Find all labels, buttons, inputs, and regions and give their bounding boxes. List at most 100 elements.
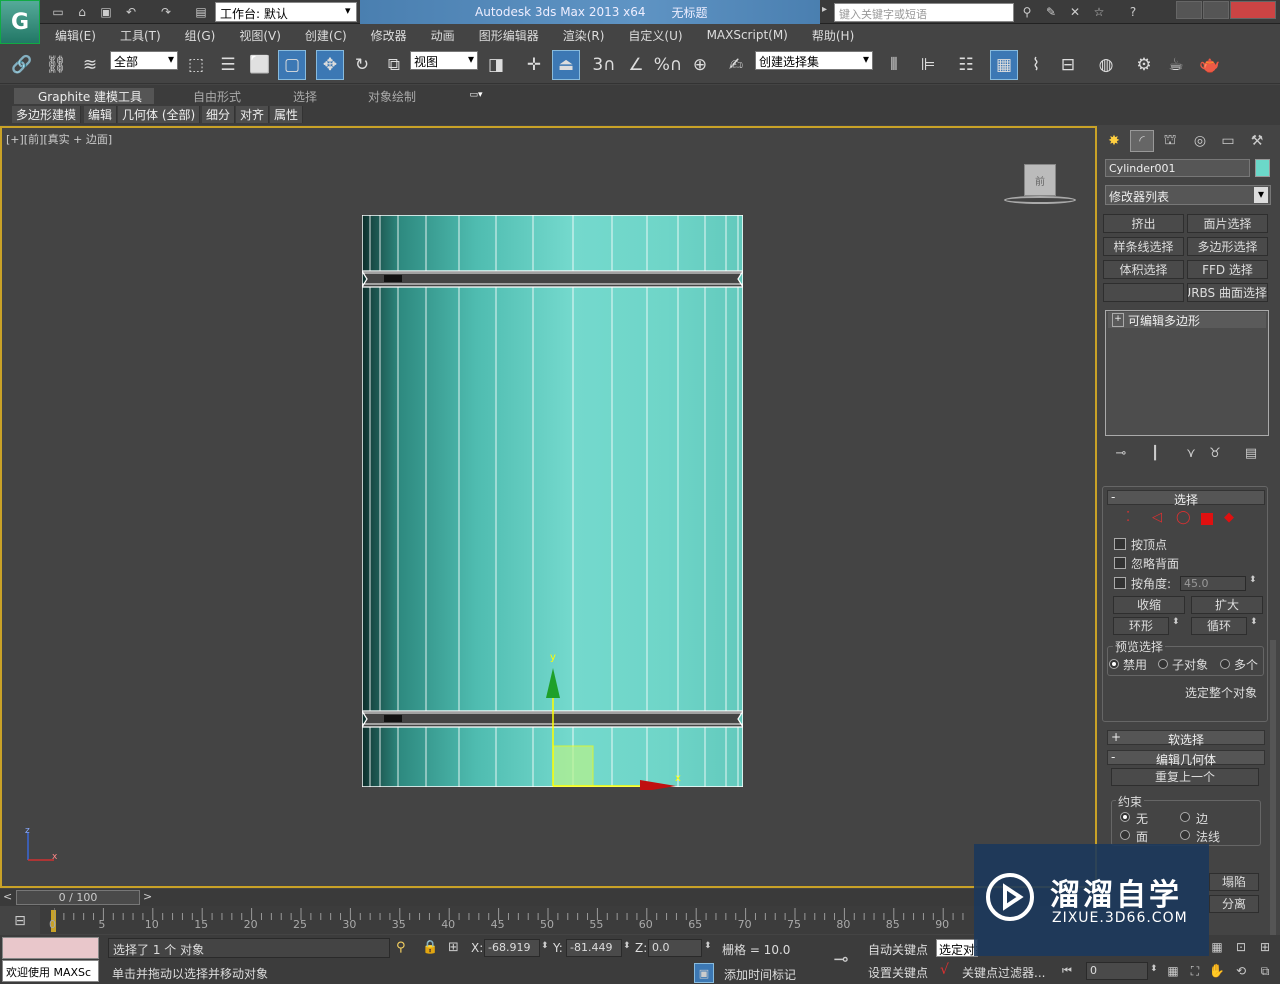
time-slider-thumb[interactable]: 0 / 100 bbox=[16, 890, 140, 905]
make-unique-icon[interactable]: ⋎ bbox=[1182, 444, 1200, 462]
grow-button[interactable]: 扩大 bbox=[1191, 596, 1263, 614]
z-coord-field[interactable]: 0.0 bbox=[648, 939, 702, 957]
named-selection-dropdown[interactable]: 创建选择集 bbox=[755, 51, 873, 70]
y-spinner-icon[interactable]: ⬍ bbox=[623, 941, 631, 951]
close-button[interactable] bbox=[1230, 1, 1276, 19]
select-object-icon[interactable]: ⬚ bbox=[182, 50, 210, 80]
track-bar-toggle-icon[interactable]: ⊟ bbox=[6, 910, 34, 932]
constraint-normal-radio[interactable] bbox=[1180, 830, 1190, 840]
set-key-button[interactable]: 设置关键点 bbox=[868, 964, 928, 981]
tab-graphite-modeling[interactable]: Graphite 建模工具 bbox=[14, 88, 154, 104]
menu-animation[interactable]: 动画 bbox=[431, 27, 455, 44]
modifier-list-dropdown[interactable]: 修改器列表 bbox=[1105, 185, 1271, 205]
time-slider-track[interactable] bbox=[0, 889, 1097, 906]
modify-tab-icon[interactable]: ◜ bbox=[1130, 130, 1154, 152]
key-filters-button[interactable]: 关键点过滤器... bbox=[962, 964, 1045, 981]
viewcube-icon[interactable]: 前 bbox=[1024, 164, 1056, 196]
utilities-tab-icon[interactable]: ⚒ bbox=[1245, 130, 1269, 152]
time-prev-icon[interactable]: < bbox=[3, 890, 12, 903]
object-color-swatch[interactable] bbox=[1255, 159, 1270, 177]
angle-spinner-icon[interactable]: ⬍ bbox=[1249, 575, 1257, 585]
favorites-icon[interactable]: ☆ bbox=[1088, 2, 1110, 22]
percent-snap-icon[interactable]: % ∩ bbox=[654, 50, 683, 80]
subscription-icon[interactable]: ✎ bbox=[1040, 2, 1062, 22]
subtab-align[interactable]: 对齐 bbox=[236, 106, 270, 123]
time-config-icon[interactable]: ▦ bbox=[1164, 962, 1182, 980]
border-mode-icon[interactable]: ◯ bbox=[1176, 510, 1191, 525]
auto-key-button[interactable]: 自动关键点 bbox=[868, 941, 928, 958]
frame-spinner-icon[interactable]: ⬍ bbox=[1150, 964, 1158, 974]
app-logo-button[interactable]: G bbox=[0, 0, 40, 44]
bind-space-warp-icon[interactable]: ≋ bbox=[76, 50, 104, 80]
graphite-toggle-icon[interactable]: ▦ bbox=[990, 50, 1018, 80]
tab-freeform[interactable]: 自由形式 bbox=[193, 88, 241, 104]
detach-button[interactable]: 分离 bbox=[1209, 895, 1259, 913]
menu-rendering[interactable]: 渲染(R) bbox=[563, 27, 605, 44]
display-tab-icon[interactable]: ▭ bbox=[1216, 130, 1240, 152]
selection-rollout-header[interactable]: - 选择 bbox=[1107, 490, 1265, 507]
maximize-button[interactable] bbox=[1203, 1, 1229, 19]
poly-select-button[interactable]: 多边形选择 bbox=[1187, 237, 1268, 256]
set-key-icon[interactable]: ⊸ bbox=[826, 946, 856, 972]
ring-spinner-icon[interactable]: ⬍ bbox=[1172, 617, 1180, 627]
search-expand-icon[interactable]: ▸ bbox=[822, 4, 827, 15]
volume-select-button[interactable]: 体积选择 bbox=[1103, 260, 1184, 279]
pivot-center-icon[interactable]: ◨ bbox=[482, 50, 510, 80]
link-icon[interactable]: 🔗 bbox=[8, 50, 36, 80]
zoom-extents-selected-icon[interactable]: ⊡ bbox=[1232, 938, 1250, 956]
remove-modifier-icon[interactable]: ♉ bbox=[1206, 444, 1224, 462]
subtab-edit[interactable]: 编辑 bbox=[84, 106, 118, 123]
ring-button[interactable]: 环形 bbox=[1113, 617, 1169, 635]
constraint-face-radio[interactable] bbox=[1120, 830, 1130, 840]
menu-modifiers[interactable]: 修改器 bbox=[371, 27, 407, 44]
extrude-button[interactable]: 挤出 bbox=[1103, 214, 1184, 233]
angle-snap-icon[interactable]: ∠ bbox=[622, 50, 650, 80]
create-tab-icon[interactable]: ✸ bbox=[1102, 130, 1126, 152]
workspace-dropdown-arrow-icon[interactable]: ▾ bbox=[345, 4, 351, 17]
by-angle-checkbox[interactable] bbox=[1114, 577, 1126, 589]
tab-object-paint[interactable]: 对象绘制 bbox=[368, 88, 416, 104]
menu-edit[interactable]: 编辑(E) bbox=[55, 27, 96, 44]
ribbon-options-icon[interactable]: ▭▾ bbox=[464, 89, 488, 101]
maximize-viewport-icon[interactable]: ⧉ bbox=[1256, 962, 1274, 980]
loop-spinner-icon[interactable]: ⬍ bbox=[1250, 617, 1258, 627]
select-and-rotate-icon[interactable]: ↻ bbox=[348, 50, 376, 80]
workspace-dropdown[interactable]: 工作台: 默认 bbox=[215, 2, 357, 22]
rect-selection-region-icon[interactable]: ⬜ bbox=[246, 50, 274, 80]
save-file-icon[interactable]: ▣ bbox=[95, 2, 117, 22]
soft-selection-rollout[interactable]: + 软选择 bbox=[1107, 730, 1265, 747]
select-manipulate-icon[interactable]: ✛ bbox=[520, 50, 548, 80]
viewport-label[interactable]: [+][前][真实 + 边面] bbox=[6, 131, 112, 147]
maxscript-listener[interactable] bbox=[2, 937, 99, 959]
menu-graph-editors[interactable]: 图形编辑器 bbox=[479, 27, 539, 44]
hierarchy-tab-icon[interactable]: ⛫ bbox=[1158, 130, 1182, 152]
align-icon[interactable]: ⊫ bbox=[914, 50, 942, 80]
menu-customize[interactable]: 自定义(U) bbox=[628, 27, 682, 44]
repeat-last-button[interactable]: 重复上一个 bbox=[1111, 768, 1259, 786]
go-to-start-icon[interactable]: ⏮ bbox=[1062, 964, 1072, 978]
empty-modifier-button[interactable] bbox=[1103, 283, 1184, 302]
redo-icon[interactable]: ↷ bbox=[155, 2, 177, 22]
edit-geometry-rollout[interactable]: - 编辑几何体 bbox=[1107, 750, 1265, 767]
curve-editor-icon[interactable]: ⌇ bbox=[1022, 50, 1050, 80]
x-spinner-icon[interactable]: ⬍ bbox=[541, 941, 549, 951]
loop-button[interactable]: 循环 bbox=[1191, 617, 1247, 635]
stack-item-editable-poly[interactable]: 可编辑多边形 bbox=[1108, 312, 1266, 328]
select-and-move-icon[interactable]: ✥ bbox=[316, 50, 344, 80]
render-setup-icon[interactable]: ⚙ bbox=[1130, 50, 1158, 80]
move-gizmo[interactable] bbox=[540, 650, 690, 790]
constraint-none-radio[interactable] bbox=[1120, 812, 1130, 822]
polygon-mode-icon[interactable] bbox=[1201, 513, 1213, 525]
window-crossing-icon[interactable]: ▢ bbox=[278, 50, 306, 80]
snaps-toggle-icon[interactable]: 3 ∩ bbox=[590, 50, 618, 80]
edge-mode-icon[interactable]: ◁ bbox=[1152, 510, 1162, 525]
select-by-name-icon[interactable]: ☰ bbox=[214, 50, 242, 80]
viewcube-ring[interactable] bbox=[1004, 196, 1076, 204]
select-and-scale-icon[interactable]: ⧉ bbox=[380, 50, 408, 80]
absolute-mode-icon[interactable]: ⊞ bbox=[448, 940, 459, 955]
tab-selection[interactable]: 选择 bbox=[293, 88, 317, 104]
maxscript-mini-listener[interactable]: 欢迎使用 MAXSc bbox=[2, 960, 99, 982]
open-file-icon[interactable]: ⌂ bbox=[71, 2, 93, 22]
schematic-view-icon[interactable]: ⊟ bbox=[1054, 50, 1082, 80]
menu-tools[interactable]: 工具(T) bbox=[120, 27, 161, 44]
